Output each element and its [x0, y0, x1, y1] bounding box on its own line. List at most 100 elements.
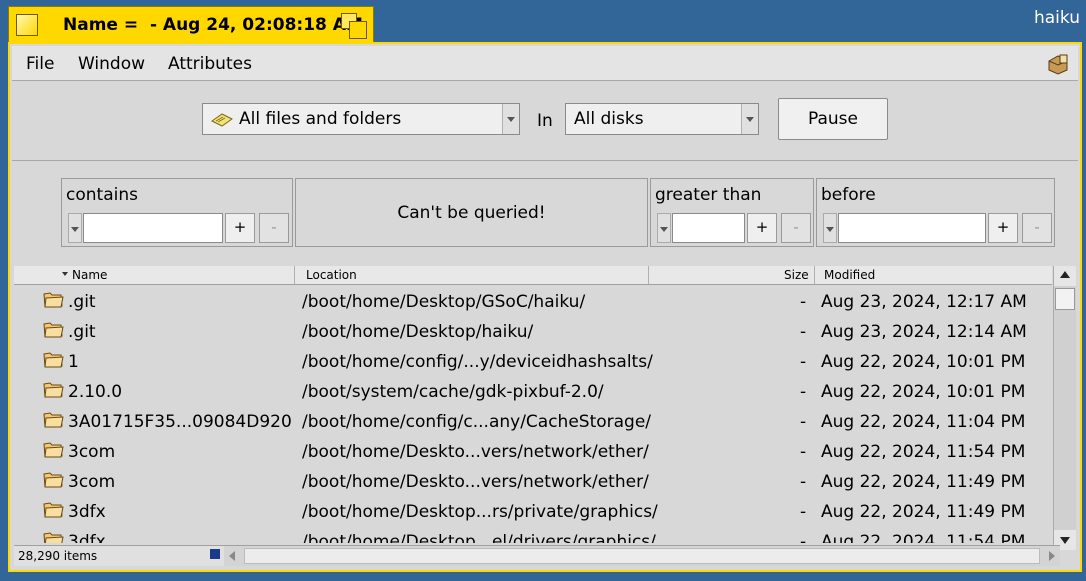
row-size: - — [800, 442, 807, 462]
attr-contains-label: contains — [66, 185, 138, 205]
chevron-down-icon[interactable] — [68, 213, 82, 243]
row-location: /boot/home/config/c...any/CacheStorage/ — [302, 412, 652, 432]
pause-button[interactable]: Pause — [778, 98, 888, 140]
chevron-down-icon — [502, 104, 519, 134]
table-row[interactable]: 3dfx/boot/home/Desktop...rs/private/grap… — [14, 495, 1052, 525]
chevron-down-icon — [741, 104, 758, 134]
scroll-thumb[interactable] — [1055, 288, 1075, 310]
type-select[interactable]: All files and folders — [202, 103, 520, 135]
horizontal-scrollbar[interactable] — [224, 546, 1060, 566]
row-location: /boot/home/config/...y/deviceidhashsalts… — [302, 352, 653, 372]
row-size: - — [800, 532, 807, 543]
table-row[interactable]: 2.10.0/boot/system/cache/gdk-pixbuf-2.0/… — [14, 375, 1052, 405]
table-row[interactable]: 3com/boot/home/Deskto...vers/network/eth… — [14, 465, 1052, 495]
status-bar: 28,290 items — [14, 545, 1060, 566]
scroll-left-icon[interactable] — [224, 546, 242, 566]
attr-modified-panel: before + - — [816, 178, 1055, 247]
zoom-box-icon[interactable] — [341, 13, 367, 39]
attr-size-panel: greater than + - — [650, 178, 814, 247]
row-modified: Aug 23, 2024, 12:17 AM — [821, 292, 1027, 312]
remove-button[interactable]: - — [259, 213, 289, 243]
row-size: - — [800, 472, 807, 492]
chevron-down-icon[interactable] — [657, 213, 671, 243]
window-tab[interactable]: Name = - Aug 24, 02:08:18 AM — [8, 6, 374, 42]
row-name: 3com — [68, 472, 116, 492]
row-location: /boot/home/Desktop/GSoC/haiku/ — [302, 292, 586, 312]
row-size: - — [800, 502, 807, 522]
in-label: In — [537, 111, 553, 131]
row-modified: Aug 23, 2024, 12:14 AM — [821, 322, 1027, 342]
column-size[interactable]: Size — [784, 268, 809, 282]
scroll-up-icon[interactable] — [1054, 266, 1076, 286]
row-modified: Aug 22, 2024, 11:49 PM — [821, 472, 1026, 492]
table-row[interactable]: .git/boot/home/Desktop/GSoC/haiku/ - Aug 2… — [14, 285, 1052, 315]
folder-icon — [42, 469, 64, 489]
folder-icon — [42, 409, 64, 429]
scroll-right-icon[interactable] — [1042, 546, 1060, 566]
row-modified: Aug 22, 2024, 10:01 PM — [821, 352, 1026, 372]
column-modified[interactable]: Modified — [824, 268, 875, 282]
column-name[interactable]: Name — [72, 268, 107, 282]
column-location[interactable]: Location — [306, 268, 357, 282]
chevron-down-icon[interactable] — [823, 213, 837, 243]
cant-be-queried-message: Can't be queried! — [397, 203, 546, 223]
menu-file[interactable]: File — [26, 54, 54, 74]
row-modified: Aug 22, 2024, 11:54 PM — [821, 442, 1026, 462]
menu-window[interactable]: Window — [78, 54, 145, 74]
attr-contains-panel: contains + - — [61, 178, 293, 247]
add-button[interactable]: + — [225, 213, 255, 243]
row-size: - — [800, 322, 807, 342]
table-row[interactable]: .git/boot/home/Desktop/haiku/ - Aug 23, 20… — [14, 315, 1052, 345]
close-box-icon[interactable] — [16, 14, 38, 36]
remove-button[interactable]: - — [781, 213, 811, 243]
menu-bar: File Window Attributes — [12, 46, 1078, 81]
row-location: /boot/system/cache/gdk-pixbuf-2.0/ — [302, 382, 604, 402]
folder-icon — [42, 349, 64, 369]
item-count: 28,290 items — [18, 549, 98, 563]
attr-size-label: greater than — [655, 185, 762, 205]
row-name: .git — [68, 292, 96, 312]
count-view-icon — [210, 549, 220, 559]
vertical-scrollbar[interactable] — [1053, 266, 1076, 550]
row-size: - — [800, 352, 807, 372]
scroll-track[interactable] — [244, 548, 1040, 564]
row-modified: Aug 22, 2024, 11:54 PM — [821, 532, 1026, 543]
row-name: 3dfx — [68, 532, 106, 543]
column-header-bar: Name Location Size Modified — [14, 266, 1052, 285]
remove-button[interactable]: - — [1022, 213, 1052, 243]
date-input[interactable] — [838, 213, 986, 243]
table-row[interactable]: 3dfx/boot/home/Desktop...el/drivers/grap… — [14, 525, 1052, 543]
query-bar: All files and folders In All disks Pause — [12, 81, 1078, 161]
tracker-icon[interactable] — [1046, 52, 1070, 76]
row-modified: Aug 22, 2024, 10:01 PM — [821, 382, 1026, 402]
add-button[interactable]: + — [988, 213, 1018, 243]
folder-icon — [42, 319, 64, 339]
row-location: /boot/home/Desktop...rs/private/graphics… — [302, 502, 658, 522]
table-row[interactable]: 3A01715F35...09084D920/boot/home/config/… — [14, 405, 1052, 435]
folder-icon — [42, 529, 64, 543]
size-input[interactable] — [672, 213, 745, 243]
desktop-label: haiku — [1033, 8, 1080, 28]
table-row[interactable]: 1/boot/home/config/...y/deviceidhashsalt… — [14, 345, 1052, 375]
row-size: - — [800, 412, 807, 432]
table-row[interactable]: 3com/boot/home/Deskto...vers/network/eth… — [14, 435, 1052, 465]
attr-unqueryable-panel: Can't be queried! — [295, 178, 648, 247]
row-name: 3A01715F35...09084D920 — [68, 412, 292, 432]
row-name: .git — [68, 322, 96, 342]
row-size: - — [800, 382, 807, 402]
folder-icon — [42, 379, 64, 399]
volume-select[interactable]: All disks — [565, 103, 759, 135]
row-location: /boot/home/Desktop...el/drivers/graphics… — [302, 532, 656, 543]
folder-icon — [42, 289, 64, 309]
contains-input[interactable] — [83, 213, 223, 243]
row-name: 2.10.0 — [68, 382, 123, 402]
row-name: 1 — [68, 352, 79, 372]
row-location: /boot/home/Deskto...vers/network/ether/ — [302, 442, 649, 462]
document-icon — [211, 113, 233, 127]
attr-modified-label: before — [821, 185, 876, 205]
add-button[interactable]: + — [747, 213, 777, 243]
row-modified: Aug 22, 2024, 11:04 PM — [821, 412, 1026, 432]
menu-attributes[interactable]: Attributes — [168, 54, 252, 74]
window-title: Name = - Aug 24, 02:08:18 AM — [63, 15, 363, 35]
folder-icon — [42, 439, 64, 459]
